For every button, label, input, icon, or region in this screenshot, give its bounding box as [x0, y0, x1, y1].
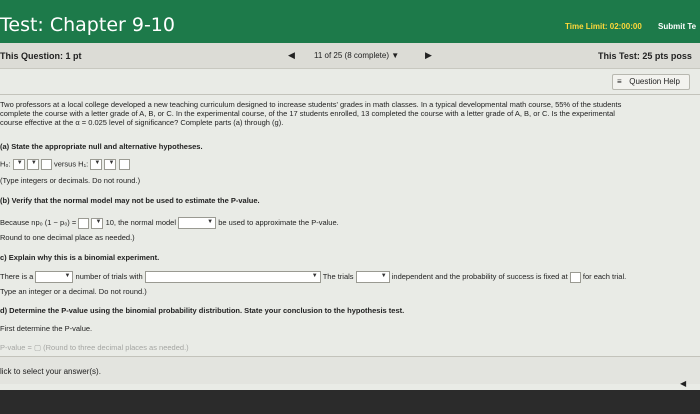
each-trial-label: for each trial.: [582, 271, 627, 281]
part-c-heading: c) Explain why this is a binomial experi…: [0, 253, 160, 262]
h0-parameter-select[interactable]: [12, 159, 25, 170]
h0-label: H₀:: [0, 159, 11, 169]
footer-bar: [0, 390, 700, 414]
npq-comparison-select[interactable]: [91, 217, 104, 229]
part-b-row: Because np₀ (1 − p₀) = 10, the normal mo…: [0, 217, 339, 229]
question-progress-dropdown[interactable]: 11 of 25 (8 complete) ▼: [308, 49, 418, 63]
probability-input[interactable]: [569, 271, 581, 283]
part-a-hint: (Type integers or decimals. Do not round…: [0, 176, 141, 185]
list-icon: ≡: [617, 77, 622, 86]
submit-test-button[interactable]: Submit Te: [658, 22, 696, 31]
hypotheses-row: H₀: versus H₁:: [0, 159, 130, 170]
part-c-row: There is a number of trials with The tri…: [0, 271, 626, 283]
question-info-bar: This Question: 1 pt ◀ 11 of 25 (8 comple…: [0, 43, 700, 69]
problem-line-2: complete the course with a letter grade …: [0, 109, 615, 118]
time-limit: Time Limit: 02:00:00: [565, 22, 642, 31]
independent-label: independent and the probability of succe…: [391, 271, 568, 281]
chevron-down-icon: ▼: [391, 51, 400, 60]
number-of-label: number of trials with: [75, 271, 143, 281]
problem-line-3: course effective at the α = 0.025 level …: [0, 118, 284, 127]
part-d-partial: P-value = ▢ (Round to three decimal plac…: [0, 343, 189, 352]
part-d-heading: d) Determine the P-value using the binom…: [0, 306, 405, 315]
be-used-label: be used to approximate the P-value.: [218, 217, 339, 227]
this-question-points: This Question: 1 pt: [0, 51, 82, 61]
part-a-heading: (a) State the appropriate null and alter…: [0, 142, 203, 151]
problem-line-1: Two professors at a local college develo…: [0, 100, 622, 109]
h1-operator-select[interactable]: [104, 159, 117, 170]
h0-value-input[interactable]: [40, 159, 52, 170]
previous-question-icon[interactable]: ◀: [288, 50, 295, 61]
outcome-select[interactable]: [144, 271, 321, 283]
h1-value-input[interactable]: [118, 159, 130, 170]
next-question-icon[interactable]: ▶: [425, 50, 432, 61]
top-bar: Test: Chapter 9-10 Time Limit: 02:00:00 …: [0, 0, 700, 43]
because-label: Because np₀ (1 − p₀) =: [0, 217, 77, 227]
divider: [0, 94, 700, 95]
test-title: Test: Chapter 9-10: [0, 14, 175, 36]
h0-operator-select[interactable]: [26, 159, 39, 170]
there-is-label: There is a: [0, 271, 34, 281]
normal-model-label: 10, the normal model: [105, 217, 177, 227]
question-progress-label: 11 of 25 (8 complete): [314, 51, 390, 60]
part-d-first: First determine the P-value.: [0, 324, 93, 333]
this-test-points: This Test: 25 pts poss: [598, 51, 692, 61]
question-help-button[interactable]: ≡ Question Help: [612, 74, 690, 90]
normal-model-select[interactable]: [178, 217, 217, 229]
versus-label: versus H₁:: [54, 159, 89, 169]
the-trials-label: The trials: [322, 271, 354, 281]
npq-value-input[interactable]: [78, 217, 90, 229]
part-b-hint: Round to one decimal place as needed.): [0, 233, 135, 242]
trials-count-select[interactable]: [35, 271, 74, 283]
trials-independence-select[interactable]: [355, 271, 390, 283]
part-c-hint: Type an integer or a decimal. Do not rou…: [0, 287, 147, 296]
click-to-select-instruction: lick to select your answer(s).: [0, 367, 101, 376]
h1-parameter-select[interactable]: [90, 159, 103, 170]
bottom-bar: lick to select your answer(s). ◀: [0, 356, 700, 388]
part-b-heading: (b) Verify that the normal model may not…: [0, 196, 260, 205]
question-help-label: Question Help: [629, 77, 680, 86]
